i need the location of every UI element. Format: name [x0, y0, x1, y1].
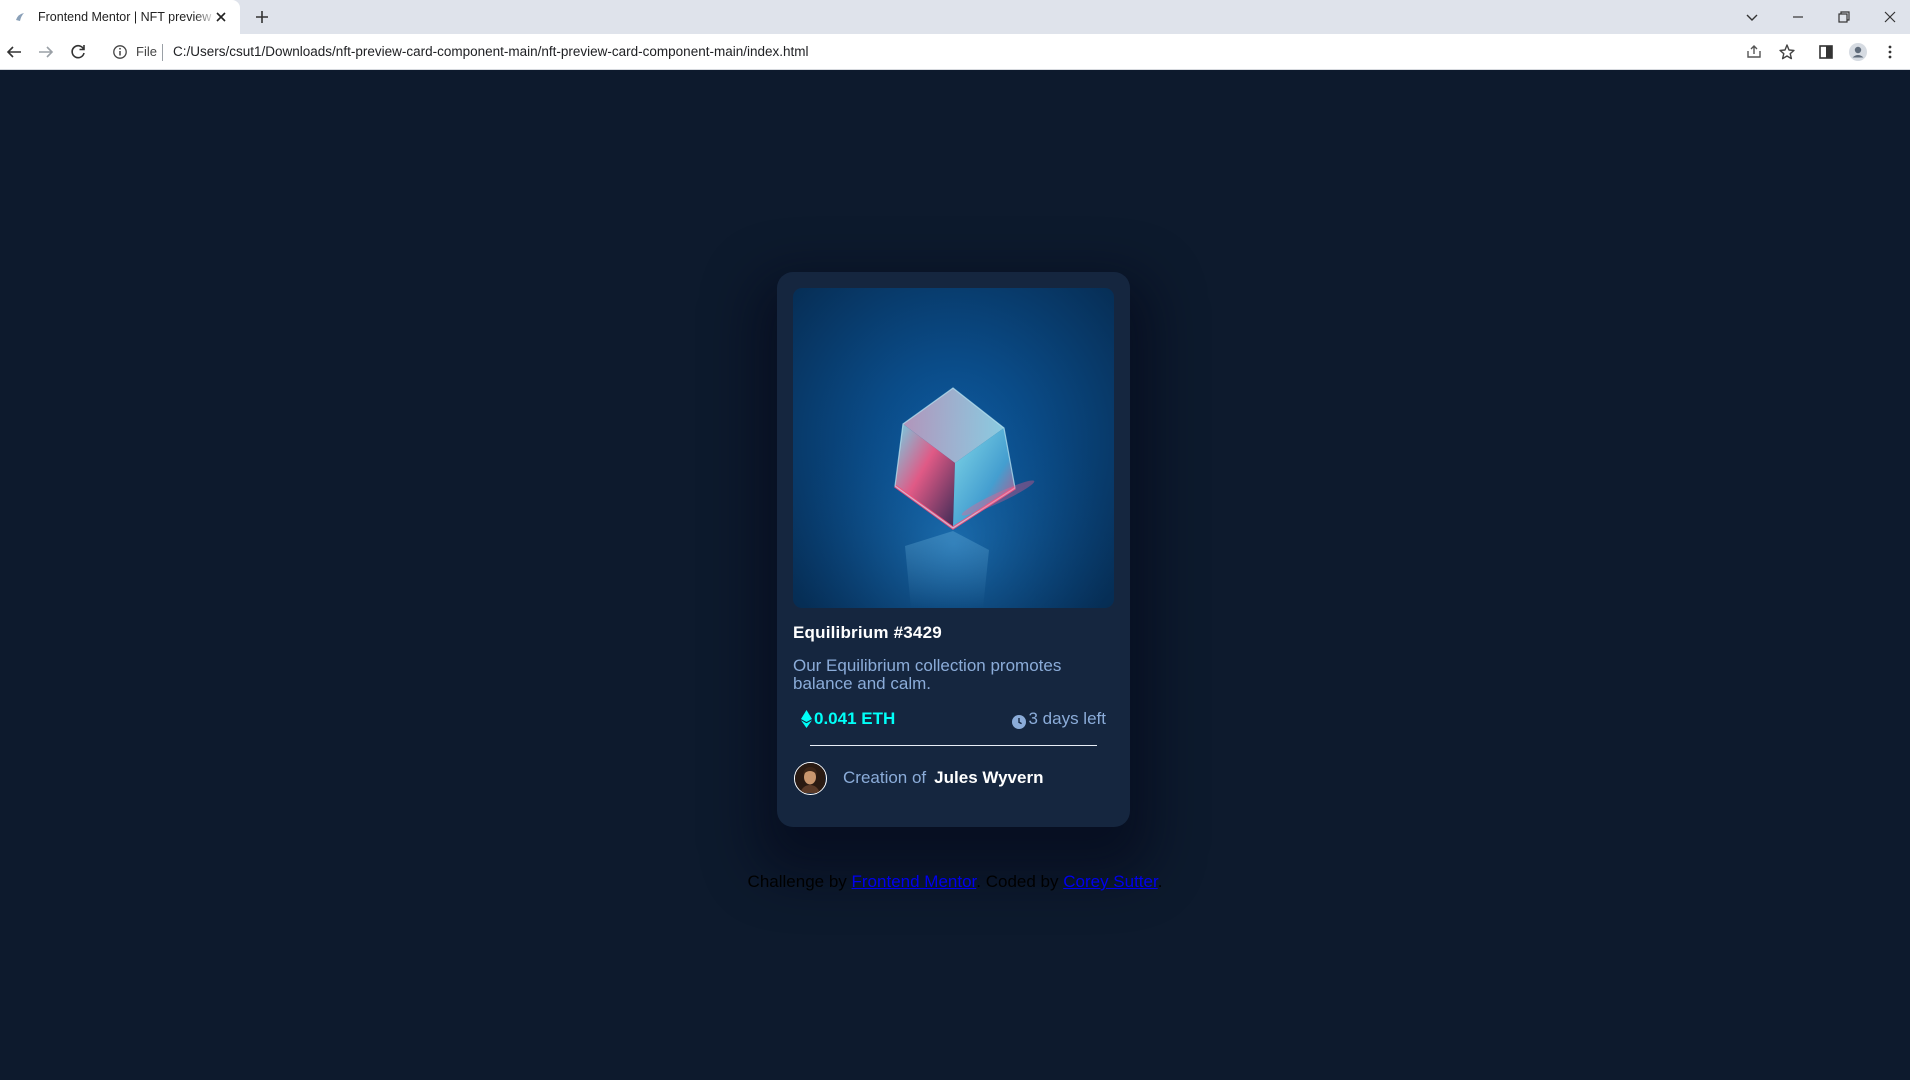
price-value: 0.041 ETH: [814, 709, 896, 728]
reload-icon[interactable]: [66, 40, 90, 64]
attribution: Challenge by Frontend Mentor. Coded by C…: [0, 872, 1910, 892]
attribution-middle: . Coded by: [976, 872, 1064, 891]
plus-icon[interactable]: [252, 7, 272, 27]
forward-arrow-icon[interactable]: [34, 40, 58, 64]
chip-separator: [162, 44, 163, 61]
nft-stats: 0.041 ETH 3 days left: [801, 707, 1106, 731]
creator-row: Creation of Jules Wyvern: [793, 760, 1114, 796]
tab-title: Frontend Mentor | NFT preview card compo…: [38, 10, 216, 24]
clock-icon: [1011, 712, 1026, 729]
share-icon[interactable]: [1742, 40, 1766, 64]
minimize-icon[interactable]: [1786, 5, 1810, 29]
page-viewport: Equilibrium #3429 Our Equilibrium collec…: [0, 70, 1910, 1080]
nft-title[interactable]: Equilibrium #3429: [793, 622, 1114, 644]
avatar: [794, 761, 827, 795]
window-close-icon[interactable]: [1878, 5, 1902, 29]
url-text[interactable]: C:/Users/csut1/Downloads/nft-preview-car…: [173, 44, 809, 60]
creator-label: Creation of: [843, 768, 927, 787]
creator-name-link[interactable]: Jules Wyvern: [934, 768, 1043, 788]
restore-icon[interactable]: [1832, 5, 1856, 29]
address-bar[interactable]: File C:/Users/csut1/Downloads/nft-previe…: [102, 37, 1790, 67]
frontend-mentor-link[interactable]: Frontend Mentor: [852, 872, 977, 891]
nft-card: Equilibrium #3429 Our Equilibrium collec…: [777, 272, 1130, 827]
time-left: 3 days left: [1011, 707, 1107, 731]
time-left-value: 3 days left: [1028, 709, 1107, 728]
price: 0.041 ETH: [801, 707, 895, 731]
url-scheme-label: File: [136, 44, 157, 59]
info-icon[interactable]: [112, 44, 128, 60]
browser-titlebar: Frontend Mentor | NFT preview card compo…: [0, 0, 1910, 34]
chevron-down-icon[interactable]: [1740, 5, 1764, 29]
browser-tab-active[interactable]: Frontend Mentor | NFT preview card compo…: [0, 0, 240, 34]
crystal-cube-illustration: [793, 288, 1114, 608]
profile-icon[interactable]: [1846, 40, 1870, 64]
author-link[interactable]: Corey Sutter: [1063, 872, 1158, 891]
attribution-prefix: Challenge by: [747, 872, 852, 891]
attribution-suffix: .: [1157, 872, 1163, 891]
favicon-icon: [14, 11, 26, 23]
side-panel-icon[interactable]: [1814, 40, 1838, 64]
kebab-menu-icon[interactable]: [1878, 40, 1902, 64]
star-icon[interactable]: [1775, 40, 1799, 64]
card-divider: [810, 745, 1097, 746]
close-icon[interactable]: [212, 8, 230, 26]
browser-toolbar: File C:/Users/csut1/Downloads/nft-previe…: [0, 34, 1910, 70]
ethereum-icon: [801, 710, 812, 728]
nft-image[interactable]: [793, 288, 1114, 608]
back-arrow-icon[interactable]: [2, 40, 26, 64]
nft-description: Our Equilibrium collection promotes bala…: [793, 656, 1062, 693]
